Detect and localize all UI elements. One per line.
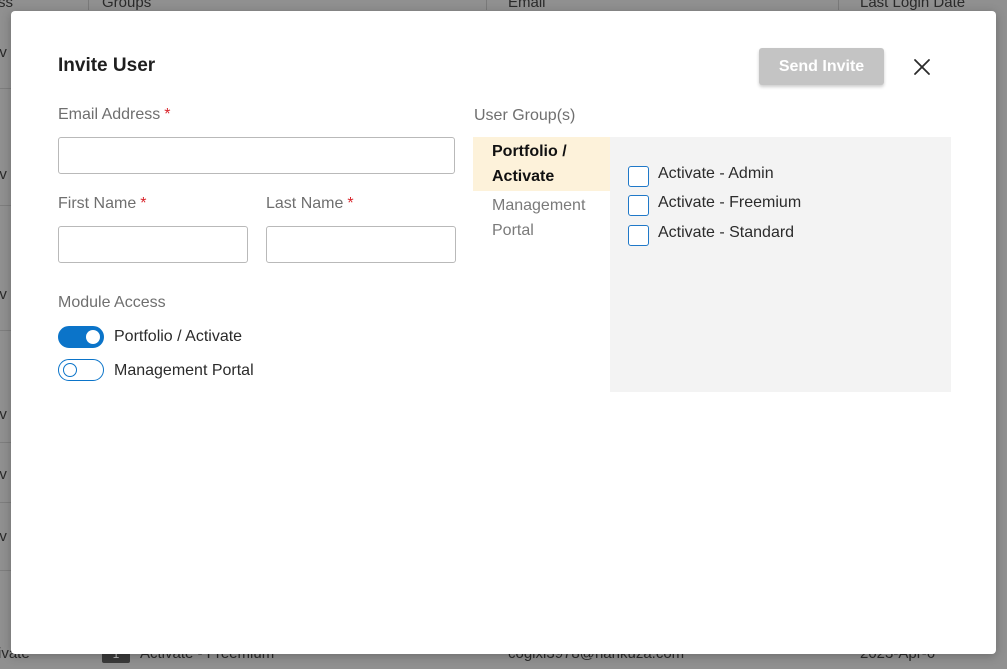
send-invite-button[interactable]: Send Invite bbox=[759, 48, 884, 85]
group-option-label: Activate - Standard bbox=[658, 224, 795, 241]
bg-row-status-fragment: iv bbox=[0, 286, 7, 303]
checkbox[interactable] bbox=[628, 194, 649, 216]
module-access-label: Module Access bbox=[58, 294, 166, 311]
group-option-label: Activate - Freemium bbox=[658, 194, 802, 211]
required-asterisk: * bbox=[164, 106, 171, 123]
bg-column-header-status: ss bbox=[0, 0, 13, 11]
email-label: Email Address * bbox=[58, 106, 171, 124]
email-label-text: Email Address bbox=[58, 106, 161, 123]
bg-column-header-groups: Groups bbox=[102, 0, 152, 11]
checkbox[interactable] bbox=[628, 165, 649, 187]
email-field[interactable] bbox=[58, 137, 455, 174]
nav-item-line: Portfolio / bbox=[492, 143, 567, 160]
group-option-activate-admin[interactable]: Activate - Admin bbox=[628, 162, 774, 187]
invite-user-modal: Invite User Send Invite Email Address * F… bbox=[11, 11, 996, 654]
bg-row-status-fragment: iv bbox=[0, 528, 7, 545]
toggle-knob bbox=[63, 363, 77, 377]
nav-item-line: Portal bbox=[492, 222, 534, 239]
user-groups-options-panel: Activate - Admin Activate - Freemium Act… bbox=[610, 137, 951, 392]
checkbox[interactable] bbox=[628, 224, 649, 246]
required-asterisk: * bbox=[347, 195, 354, 212]
bg-row-status-fragment: iv bbox=[0, 166, 7, 183]
bg-row-status-fragment: iv bbox=[0, 466, 7, 483]
toggle-knob bbox=[86, 330, 100, 344]
user-groups-nav-item-portfolio-activate[interactable]: Portfolio / Activate bbox=[473, 137, 610, 191]
required-asterisk: * bbox=[140, 195, 147, 212]
user-groups-nav: Portfolio / Activate Management Portal bbox=[473, 137, 610, 245]
bg-row-status-fragment: iv bbox=[0, 44, 7, 61]
toggle-portfolio-activate[interactable] bbox=[58, 326, 104, 348]
bg-column-header-last-login: Last Login Date bbox=[860, 0, 966, 11]
first-name-label: First Name * bbox=[58, 195, 146, 213]
group-option-activate-freemium[interactable]: Activate - Freemium bbox=[628, 191, 802, 216]
user-groups-nav-item-management-portal[interactable]: Management Portal bbox=[473, 191, 610, 245]
bg-column-divider bbox=[486, 0, 487, 10]
bg-column-divider bbox=[838, 0, 839, 10]
nav-item-line: Activate bbox=[492, 168, 555, 185]
modal-title: Invite User bbox=[58, 55, 156, 76]
last-name-label-text: Last Name bbox=[266, 195, 344, 212]
toggle-portfolio-activate-label: Portfolio / Activate bbox=[114, 328, 243, 345]
group-option-label: Activate - Admin bbox=[658, 165, 774, 182]
toggle-management-portal[interactable] bbox=[58, 359, 104, 381]
first-name-label-text: First Name bbox=[58, 195, 137, 212]
bg-column-header-email: Email bbox=[508, 0, 546, 11]
last-name-field[interactable] bbox=[266, 226, 456, 263]
user-groups-label: User Group(s) bbox=[474, 107, 576, 124]
last-name-label: Last Name * bbox=[266, 195, 354, 213]
group-option-activate-standard[interactable]: Activate - Standard bbox=[628, 221, 795, 246]
nav-item-line: Management bbox=[492, 197, 586, 214]
first-name-field[interactable] bbox=[58, 226, 248, 263]
bg-column-divider bbox=[88, 0, 89, 10]
close-icon[interactable] bbox=[910, 55, 934, 79]
toggle-management-portal-label: Management Portal bbox=[114, 362, 254, 379]
bg-row-status-fragment: iv bbox=[0, 406, 7, 423]
